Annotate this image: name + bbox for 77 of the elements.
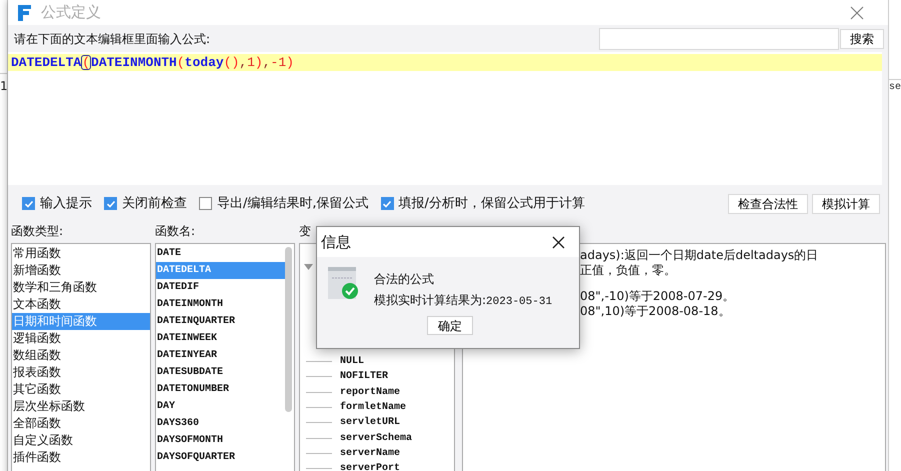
list-item[interactable]: 常用函数	[12, 245, 150, 262]
tree-item[interactable]: formletName	[340, 400, 406, 416]
list-item[interactable]: DAYS360	[156, 415, 285, 432]
formula-token: ,	[262, 56, 271, 69]
formula-token: today	[184, 56, 224, 69]
formula-token: DATEINMONTH	[91, 56, 177, 69]
list-item[interactable]: 数学和三角函数	[12, 279, 150, 296]
tree-item[interactable]: serverSchema	[340, 430, 412, 446]
tree-item[interactable]: servletURL	[340, 415, 400, 430]
list-item[interactable]: DATEINYEAR	[156, 347, 285, 364]
list-item[interactable]: DAYSOFQUARTER	[156, 449, 285, 466]
description-text: adays):返回一个日期date后deltadays的日	[580, 248, 820, 263]
list-item[interactable]: DATEDIF	[156, 279, 285, 296]
action-button[interactable]: 模拟计算	[812, 194, 880, 214]
formula-token: (	[176, 56, 185, 69]
column-label: 变	[299, 223, 311, 240]
list-item[interactable]: DATE	[156, 245, 285, 262]
list-item[interactable]: 全部函数	[12, 415, 150, 432]
close-icon[interactable]	[552, 236, 565, 248]
formula-token: (	[81, 55, 92, 70]
formula-token: )	[254, 56, 263, 69]
column-label: 函数名:	[155, 223, 196, 240]
formula-token: DATEDELTA	[11, 56, 82, 69]
formula-token: ,	[239, 56, 248, 69]
list-item[interactable]: 逻辑函数	[12, 330, 150, 347]
tree-item[interactable]: reportName	[340, 384, 400, 400]
description-text: 08",10)等于2008-08-18。	[580, 304, 732, 319]
scrollbar-thumb[interactable]	[285, 247, 292, 412]
tree-item[interactable]: serverName	[340, 446, 400, 461]
tree-item[interactable]: NOFILTER	[340, 369, 388, 384]
formula-token: )	[286, 56, 294, 69]
checkbox[interactable]	[199, 197, 212, 210]
list-item[interactable]: 其它函数	[12, 381, 150, 398]
cell-text: se	[889, 81, 901, 95]
action-button[interactable]: 检查合法性	[728, 194, 808, 214]
list-item[interactable]: DATEINMONTH	[156, 296, 285, 313]
message-text: 合法的公式	[374, 271, 435, 288]
ok-button[interactable]: 确定	[427, 316, 473, 334]
checkbox-label: 关闭前检查	[122, 194, 187, 213]
checkbox-label: 输入提示	[40, 194, 92, 213]
list-item[interactable]: 数组函数	[12, 347, 150, 364]
description-text: 正值，负值，零。	[580, 263, 677, 278]
checkbox-label: 填报/分析时，保留公式用于计算	[398, 194, 585, 213]
formula-editor[interactable]: DATEDELTA(DATEINMONTH(today(),1),-1)	[8, 52, 882, 185]
description-text: 08",-10)等于2008-07-29。	[580, 289, 736, 304]
search-button[interactable]: 搜索	[840, 28, 884, 48]
dialog-title: 信息	[321, 232, 351, 253]
list-item[interactable]: 插件函数	[12, 449, 150, 466]
list-item[interactable]: DATETONUMBER	[156, 381, 285, 398]
tree-item[interactable]: serverPort	[340, 461, 400, 471]
list-item[interactable]: 层次坐标函数	[12, 398, 150, 415]
list-item[interactable]: 自定义函数	[12, 432, 150, 449]
column-label: 函数类型:	[11, 223, 64, 240]
list-item[interactable]: DAY	[156, 398, 285, 415]
checkbox-label: 导出/编辑结果时,保留公式	[217, 194, 369, 213]
search-field[interactable]	[599, 28, 839, 50]
app-logo-icon	[18, 4, 31, 20]
list-item[interactable]: DATESUBDATE	[156, 364, 285, 381]
formula-token: ()	[224, 56, 240, 69]
prompt-label: 请在下面的文本编辑框里面输入公式:	[14, 30, 210, 48]
list-item[interactable]: DATEINWEEK	[156, 330, 285, 347]
formula-token: -1	[270, 56, 286, 69]
collapse-triangle-icon[interactable]	[304, 264, 313, 270]
list-item[interactable]: DAYSOFMONTH	[156, 432, 285, 449]
list-item[interactable]: 报表函数	[12, 364, 150, 381]
checkbox[interactable]	[22, 197, 35, 210]
checkbox[interactable]	[380, 197, 394, 210]
list-item[interactable]: DATEINQUARTER	[156, 313, 285, 330]
calendar-check-icon	[328, 267, 358, 300]
tree-item[interactable]: NULL	[340, 354, 364, 370]
formula-token: 1	[247, 56, 255, 69]
list-item[interactable]: 文本函数	[12, 296, 150, 313]
list-item[interactable]: 新增函数	[12, 262, 150, 279]
message-text: 模拟实时计算结果为:2023-05-31	[374, 292, 552, 310]
checkbox[interactable]	[104, 197, 117, 210]
window-title: 公式定义	[41, 2, 101, 24]
cell-text: 1	[0, 78, 7, 95]
